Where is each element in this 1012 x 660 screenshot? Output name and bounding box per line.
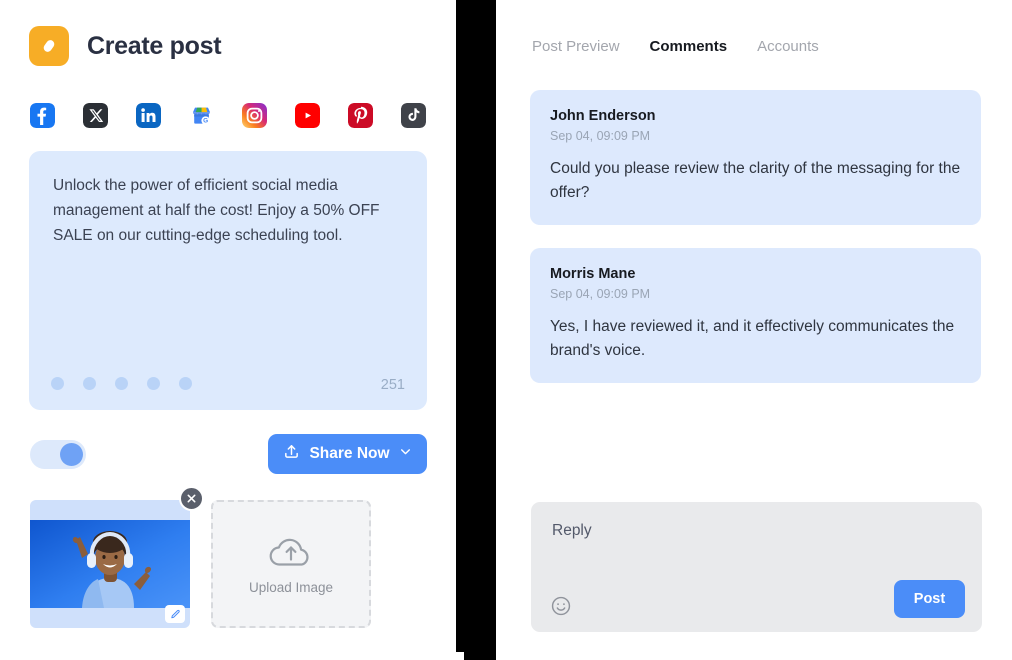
upload-icon <box>283 443 300 465</box>
panel-tabs: Post Preview Comments Accounts <box>532 38 819 55</box>
tiktok-icon[interactable] <box>401 103 426 128</box>
comment-item: Morris Mane Sep 04, 09:09 PM Yes, I have… <box>530 248 981 383</box>
post-reply-button[interactable]: Post <box>894 580 965 618</box>
comment-body: Could you please review the clarity of t… <box>550 160 961 201</box>
youtube-icon[interactable] <box>295 103 320 128</box>
thumbnail-photo <box>30 520 190 608</box>
comment-timestamp: Sep 04, 09:09 PM <box>550 129 651 143</box>
instagram-icon[interactable] <box>242 103 267 128</box>
app-root: Create post G Unlock the power of effici… <box>0 0 1012 660</box>
create-post-panel: Create post G Unlock the power of effici… <box>0 0 456 660</box>
cloud-upload-icon <box>265 533 317 574</box>
edit-image-button[interactable] <box>165 605 185 623</box>
reply-input-placeholder[interactable]: Reply <box>552 522 592 540</box>
facebook-icon[interactable] <box>30 103 55 128</box>
panel-header: Create post <box>29 26 222 66</box>
pinterest-icon[interactable] <box>348 103 373 128</box>
schedule-toggle[interactable] <box>30 440 86 469</box>
share-now-label: Share Now <box>309 445 390 462</box>
toolbar-dot[interactable] <box>83 377 96 390</box>
pencil-edit-icon <box>29 26 69 66</box>
comment-timestamp: Sep 04, 09:09 PM <box>550 287 651 301</box>
divider-bar-top <box>456 0 496 8</box>
comment-item: John Enderson Sep 04, 09:09 PM Could you… <box>530 90 981 225</box>
comment-author: Morris Mane <box>550 266 636 282</box>
media-attachments: Upload Image <box>30 486 371 628</box>
upload-image-dropzone[interactable]: Upload Image <box>211 500 371 628</box>
divider-bar-foot <box>464 652 496 660</box>
tab-comments[interactable]: Comments <box>650 38 728 55</box>
toggle-switch-track[interactable] <box>30 440 86 469</box>
svg-text:G: G <box>203 118 208 125</box>
comment-body: Yes, I have reviewed it, and it effectiv… <box>550 318 955 359</box>
reply-composer[interactable]: Reply Post <box>531 502 982 632</box>
share-now-button[interactable]: Share Now <box>268 434 427 474</box>
toolbar-dot[interactable] <box>179 377 192 390</box>
comment-author: John Enderson <box>550 108 656 124</box>
divider-bar <box>456 8 496 652</box>
composer-toolbar <box>51 377 192 390</box>
x-twitter-icon[interactable] <box>83 103 108 128</box>
linkedin-icon[interactable] <box>136 103 161 128</box>
smiley-icon[interactable] <box>550 595 572 617</box>
composer-text[interactable]: Unlock the power of efficient social med… <box>53 173 405 248</box>
tab-post-preview[interactable]: Post Preview <box>532 38 620 55</box>
chevron-down-icon[interactable] <box>399 445 412 463</box>
toolbar-dot[interactable] <box>115 377 128 390</box>
remove-image-button[interactable] <box>179 486 204 511</box>
tab-accounts[interactable]: Accounts <box>757 38 819 55</box>
post-composer[interactable]: Unlock the power of efficient social med… <box>29 151 427 410</box>
image-thumbnail[interactable] <box>30 486 204 628</box>
toggle-switch-knob <box>60 443 83 466</box>
google-business-icon[interactable]: G <box>189 103 214 128</box>
character-count: 251 <box>380 377 405 393</box>
upload-image-label: Upload Image <box>248 580 334 595</box>
toolbar-dot[interactable] <box>51 377 64 390</box>
network-selector: G <box>30 103 426 128</box>
page-title: Create post <box>87 31 222 60</box>
toolbar-dot[interactable] <box>147 377 160 390</box>
